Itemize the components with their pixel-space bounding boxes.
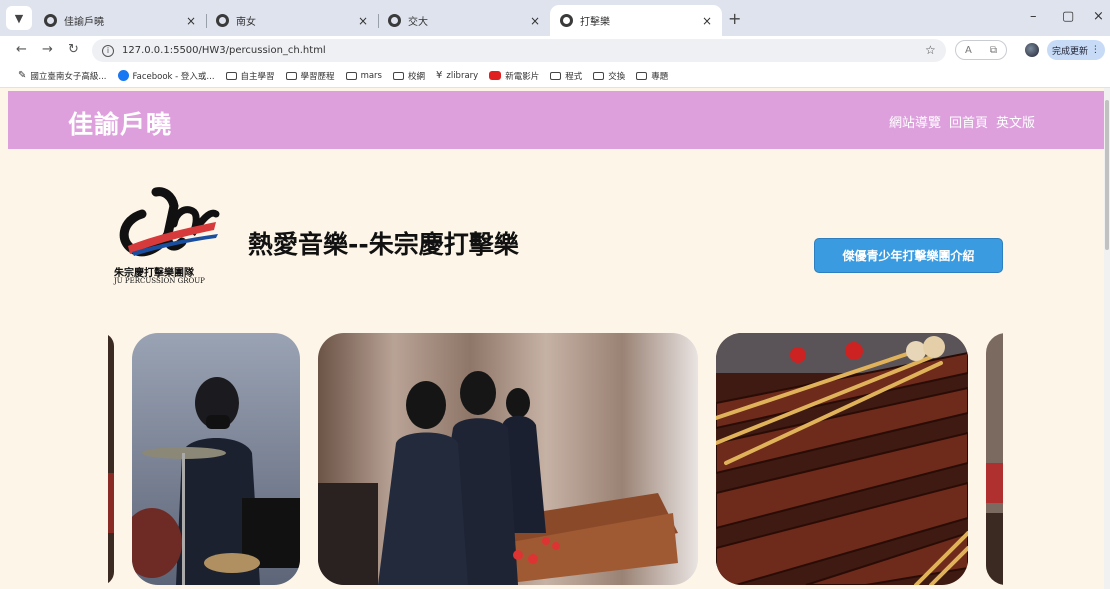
gallery-photo-partial-right[interactable]	[986, 333, 1003, 585]
restore-icon[interactable]: ▢	[1062, 9, 1074, 24]
bookmark-folder[interactable]: 程式	[550, 70, 582, 82]
folder-icon	[225, 71, 237, 80]
bookmark-folder[interactable]: 學習歷程	[285, 70, 335, 82]
site-nav: 網站導覽 回首頁 英文版	[889, 112, 1035, 131]
bookmark-folder[interactable]: 專題	[636, 70, 668, 82]
scrollbar-thumb[interactable]	[1105, 100, 1109, 250]
read-aloud-icon[interactable]: A	[965, 45, 972, 56]
globe-icon	[560, 14, 573, 27]
info-icon[interactable]: i	[102, 44, 114, 57]
reload-icon[interactable]: ↻	[68, 42, 79, 57]
nav-link-home[interactable]: 回首頁	[949, 112, 988, 131]
youth-band-intro-button[interactable]: 傑優青少年打擊樂團介紹	[814, 238, 1003, 273]
bookmark-label: 國立臺南女子高級...	[30, 71, 107, 82]
profile-avatar[interactable]	[1025, 43, 1039, 57]
nav-link-sitemap[interactable]: 網站導覽	[889, 112, 941, 131]
browser-tab-strip: ▼ 佳諭戶曉 × 南女 × 交大 × 打擊樂 × + – ▢ ×	[0, 0, 1110, 36]
update-label: 完成更新	[1052, 46, 1089, 57]
bookmark-item[interactable]: 新電影片	[489, 70, 539, 82]
zlibrary-icon: ¥	[436, 70, 443, 81]
bookmark-label: mars	[360, 70, 382, 81]
nav-link-english[interactable]: 英文版	[996, 112, 1035, 131]
bookmark-folder[interactable]: 交換	[593, 70, 625, 82]
close-icon[interactable]: ×	[530, 14, 540, 28]
globe-icon	[44, 14, 57, 27]
close-icon[interactable]: ×	[186, 14, 196, 28]
browser-tab-title: 打擊樂	[580, 17, 610, 28]
browser-tab-title: 南女	[236, 17, 256, 28]
close-icon[interactable]: ×	[358, 14, 368, 28]
browser-tab-1[interactable]: 佳諭戶曉 ×	[34, 5, 206, 36]
bookmark-label: 程式	[565, 71, 583, 82]
new-tab-plus-icon[interactable]: +	[728, 9, 741, 28]
folder-icon	[345, 71, 357, 80]
close-icon[interactable]: ×	[702, 14, 712, 28]
bookmark-label: 新電影片	[505, 71, 540, 82]
site-title[interactable]: 佳諭戶曉	[68, 105, 172, 141]
window-close-icon[interactable]: ×	[1093, 9, 1104, 24]
globe-icon	[216, 14, 229, 27]
folder-icon	[593, 71, 605, 80]
logo-text-en: JU PERCUSSION GROUP	[114, 277, 205, 285]
gallery-photo-marimba-ensemble[interactable]	[318, 333, 698, 585]
bookmark-label: 交換	[608, 71, 626, 82]
bookmark-folder[interactable]: mars	[345, 70, 382, 81]
reader-tools[interactable]: A ⧉	[955, 40, 1007, 60]
browser-tab-title: 佳諭戶曉	[64, 17, 104, 28]
bookmark-label: 學習歷程	[300, 71, 335, 82]
bookmark-label: 專題	[651, 71, 669, 82]
gallery-photo-drummer[interactable]	[132, 333, 300, 585]
bookmark-folder[interactable]: 校網	[392, 70, 425, 82]
browser-tab-4-active[interactable]: 打擊樂 ×	[550, 5, 722, 36]
browser-toolbar: ← → ↻ i 127.0.0.1:5500/HW3/percussion_ch…	[0, 36, 1110, 64]
browser-tab-2[interactable]: 南女 ×	[206, 5, 378, 36]
bookmark-label: 自主學習	[240, 71, 275, 82]
youtube-icon	[489, 71, 502, 80]
update-button[interactable]: 完成更新 ⋮	[1047, 40, 1105, 60]
back-arrow-icon[interactable]: ←	[16, 42, 27, 57]
bookmark-label: Facebook - 登入或...	[132, 71, 215, 82]
site-header: 佳諭戶曉 網站導覽 回首頁 英文版	[8, 91, 1104, 149]
bookmarks-bar: ✎ 國立臺南女子高級... Facebook - 登入或... 自主學習 學習歷程…	[0, 64, 1110, 88]
tab-list-chevron-icon[interactable]: ▼	[6, 6, 32, 30]
bookmark-folder[interactable]: 自主學習	[225, 70, 275, 82]
browser-tab-title: 交大	[408, 17, 428, 28]
page-scrollbar[interactable]	[1104, 88, 1110, 589]
folder-icon	[636, 71, 648, 80]
folder-icon	[392, 71, 404, 80]
globe-icon	[388, 14, 401, 27]
folder-icon	[285, 71, 297, 80]
bookmark-item[interactable]: ✎ 國立臺南女子高級...	[18, 70, 107, 82]
photo-gallery	[108, 333, 1003, 585]
page-heading: 熱愛音樂--朱宗慶打擊樂	[248, 230, 519, 259]
browser-tab-3[interactable]: 交大 ×	[378, 5, 550, 36]
bookmark-item[interactable]: ¥ zlibrary	[436, 70, 478, 81]
minimize-icon[interactable]: –	[1030, 9, 1037, 24]
bookmark-item[interactable]: Facebook - 登入或...	[117, 70, 215, 82]
gallery-photo-marimba-keys[interactable]	[716, 333, 968, 585]
bookmark-label: 校網	[407, 71, 425, 82]
address-bar[interactable]: i 127.0.0.1:5500/HW3/percussion_ch.html	[92, 39, 946, 62]
bookmark-label: zlibrary	[446, 70, 479, 81]
facebook-icon	[117, 70, 129, 81]
folder-icon	[550, 71, 562, 80]
extensions-icon[interactable]: ⧉	[990, 45, 997, 56]
forward-arrow-icon[interactable]: →	[42, 42, 53, 57]
address-url: 127.0.0.1:5500/HW3/percussion_ch.html	[122, 45, 326, 56]
school-icon: ✎	[18, 70, 27, 81]
bookmark-star-icon[interactable]: ☆	[925, 43, 936, 57]
gallery-photo-partial-left[interactable]	[108, 333, 114, 585]
